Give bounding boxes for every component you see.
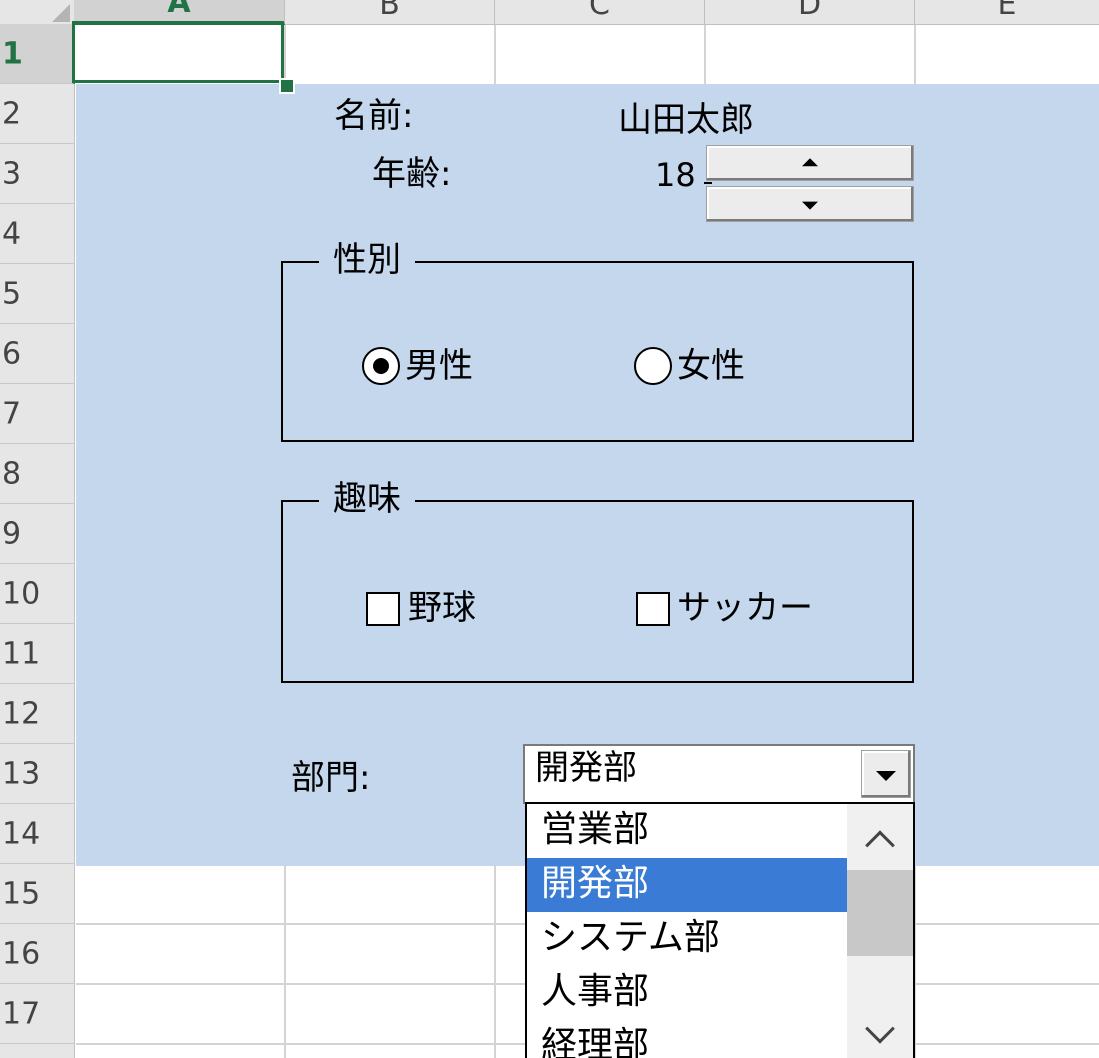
row-header-4[interactable]: 4 [0, 204, 75, 264]
row-header-5[interactable]: 5 [0, 264, 75, 324]
arrow-up-icon [802, 158, 818, 167]
row-header-14[interactable]: 14 [0, 804, 75, 864]
checkbox-soccer[interactable] [636, 592, 670, 626]
hobby-group-title: 趣味 [319, 474, 415, 524]
department-dropdown-button[interactable] [861, 750, 911, 798]
scroll-down-button[interactable] [847, 1006, 913, 1058]
gridline [284, 24, 286, 84]
radio-male[interactable] [362, 347, 400, 385]
department-option-selected[interactable]: 開発部 [527, 858, 849, 912]
column-header-b[interactable]: B [285, 0, 495, 25]
department-option[interactable]: システム部 [527, 912, 849, 966]
row-header-2[interactable]: 2 [0, 84, 75, 144]
checkbox-baseball-label[interactable]: 野球 [408, 580, 476, 629]
scrollbar-thumb[interactable] [847, 870, 913, 956]
age-spin-down-button[interactable] [706, 186, 914, 222]
row-header-11[interactable]: 11 [0, 624, 75, 684]
column-header-e[interactable]: E [915, 0, 1099, 25]
department-option[interactable]: 営業部 [527, 804, 849, 858]
gridline [494, 24, 496, 84]
radio-female-label[interactable]: 女性 [677, 338, 745, 387]
row-header-6[interactable]: 6 [0, 324, 75, 384]
column-header-d[interactable]: D [705, 0, 915, 25]
checkbox-soccer-label[interactable]: サッカー [677, 580, 813, 629]
age-value: 18 [655, 156, 696, 194]
gridline [494, 866, 496, 1058]
radio-male-label[interactable]: 男性 [405, 338, 473, 387]
name-label: 名前: [334, 96, 414, 136]
active-cell-a1[interactable] [72, 21, 284, 83]
row-header-16[interactable]: 16 [0, 924, 75, 984]
age-spin-up-button[interactable] [706, 145, 914, 181]
department-label: 部門: [291, 758, 371, 798]
row-header-9[interactable]: 9 [0, 504, 75, 564]
gridline [704, 24, 706, 84]
gender-group-title: 性別 [319, 235, 415, 285]
row-header-13[interactable]: 13 [0, 744, 75, 804]
name-value: 山田太郎 [618, 100, 754, 140]
dropdown-scrollbar[interactable] [847, 804, 913, 1058]
row-header-7[interactable]: 7 [0, 384, 75, 444]
chevron-down-icon [876, 771, 896, 781]
gridline [284, 866, 286, 1058]
row-header-1[interactable]: 1 [0, 24, 75, 84]
age-label: 年齢: [372, 154, 452, 194]
select-all-corner[interactable] [0, 0, 75, 25]
row-header-17[interactable]: 17 [0, 984, 75, 1044]
radio-selected-dot [373, 358, 389, 374]
chevron-up-icon [865, 830, 895, 861]
checkbox-baseball[interactable] [366, 592, 400, 626]
column-header-c[interactable]: C [495, 0, 705, 25]
department-dropdown-list[interactable]: 営業部 開発部 システム部 人事部 経理部 [525, 802, 915, 1058]
fill-handle[interactable] [279, 78, 295, 94]
gridline [914, 24, 916, 84]
spinner-link-line [704, 182, 712, 184]
chevron-down-icon [865, 1013, 895, 1044]
department-option[interactable]: 経理部 [527, 1020, 849, 1058]
row-header-8[interactable]: 8 [0, 444, 75, 504]
row-header-15[interactable]: 15 [0, 864, 75, 924]
department-combobox-value: 開発部 [535, 748, 637, 788]
department-option[interactable]: 人事部 [527, 966, 849, 1020]
department-combobox[interactable]: 開発部 [523, 744, 915, 804]
row-header-10[interactable]: 10 [0, 564, 75, 624]
radio-female[interactable] [634, 347, 672, 385]
scroll-up-button[interactable] [847, 812, 913, 868]
row-header-3[interactable]: 3 [0, 144, 75, 204]
row-header-12[interactable]: 12 [0, 684, 75, 744]
spreadsheet: A B C D E 1 2 3 4 5 6 7 8 9 10 11 12 13 … [0, 0, 1099, 1058]
row-header-18[interactable] [0, 1044, 75, 1058]
arrow-down-icon [802, 201, 818, 210]
